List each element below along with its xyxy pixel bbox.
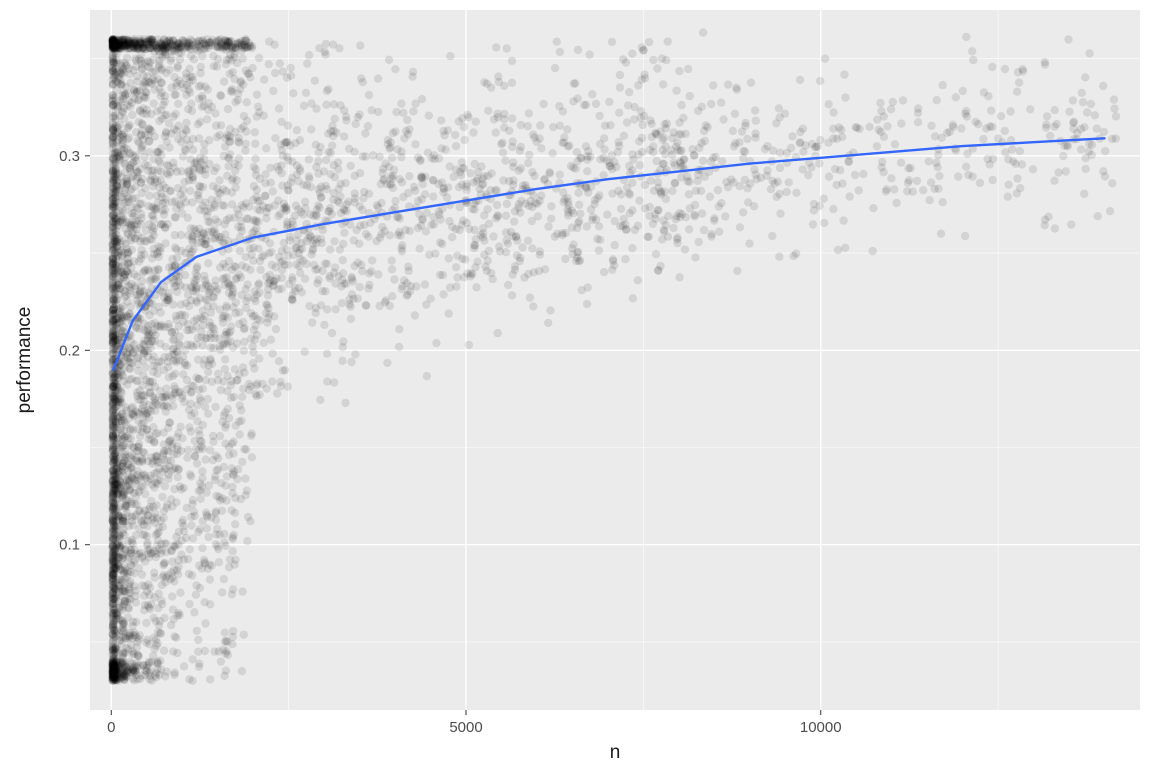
y-tick-label: 0.2: [59, 342, 80, 359]
y-tick-label: 0.1: [59, 537, 80, 554]
y-tick-label: 0.3: [59, 148, 80, 165]
chart-svg: 0 5000 10000 0.1 0.2 0.3 n performance: [0, 0, 1152, 768]
x-tick-label: 0: [107, 719, 115, 736]
y-axis-title: performance: [14, 307, 35, 414]
x-axis-title: n: [610, 742, 621, 763]
y-axis-ticks: 0.1 0.2 0.3: [59, 148, 90, 554]
x-tick-label: 5000: [449, 719, 482, 736]
chart-container: 0 5000 10000 0.1 0.2 0.3 n performance: [0, 0, 1152, 768]
x-axis-ticks: 0 5000 10000: [107, 710, 841, 736]
x-tick-label: 10000: [800, 719, 842, 736]
